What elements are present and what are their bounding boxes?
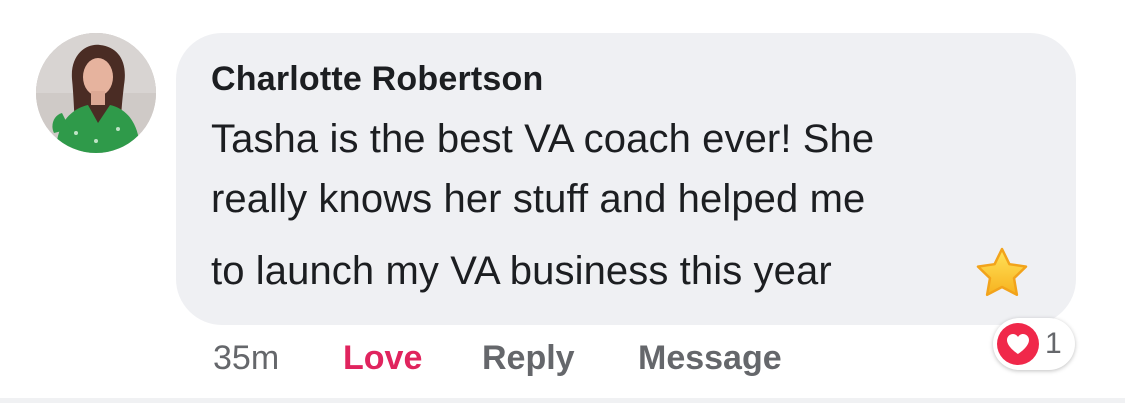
comment-timestamp: 35m [213, 339, 280, 377]
divider [0, 398, 1125, 403]
heart-icon [997, 323, 1039, 365]
avatar[interactable] [36, 33, 156, 153]
message-button[interactable]: Message [638, 339, 782, 378]
comment-text-line: to launch my VA business this year [211, 249, 832, 293]
reaction-count: 1 [1045, 327, 1062, 360]
reaction-summary[interactable]: 1 [993, 318, 1075, 370]
love-button[interactable]: Love [343, 339, 422, 378]
reply-button[interactable]: Reply [482, 339, 575, 378]
comment-text-line: Tasha is the best VA coach ever! She [211, 117, 875, 161]
comment-text-line: really knows her stuff and helped me [211, 177, 866, 221]
star-icon [973, 246, 1031, 300]
comment-author-name[interactable]: Charlotte Robertson [211, 60, 543, 99]
comment-container: Charlotte Robertson Tasha is the best VA… [0, 0, 1125, 403]
